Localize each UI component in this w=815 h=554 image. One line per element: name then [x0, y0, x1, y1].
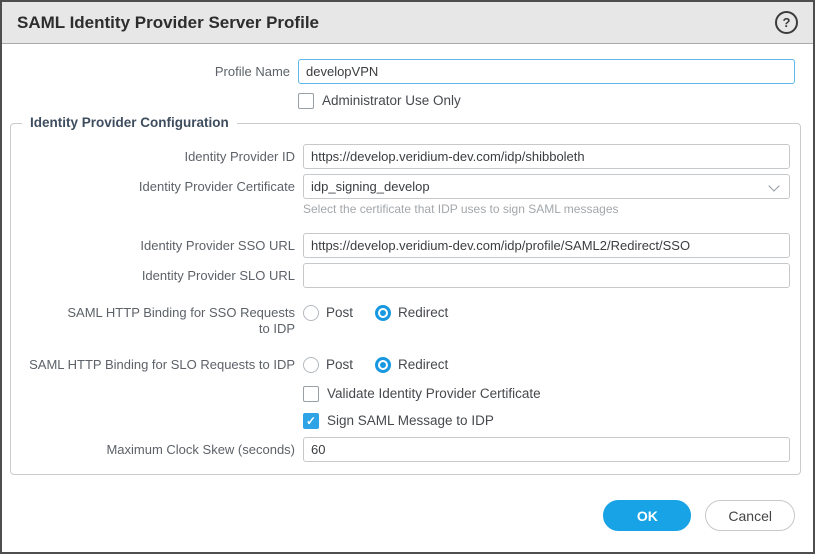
profile-name-input[interactable]	[298, 59, 795, 84]
checkbox-icon[interactable]	[303, 386, 319, 402]
sign-saml-message-label: Sign SAML Message to IDP	[327, 413, 494, 429]
group-title: Identity Provider Configuration	[22, 115, 237, 130]
chevron-down-icon	[768, 180, 779, 191]
help-icon[interactable]: ?	[775, 11, 798, 34]
ok-button[interactable]: OK	[603, 500, 691, 531]
sso-binding-label: SAML HTTP Binding for SSO Requests to ID…	[11, 305, 303, 337]
idp-certificate-help-text: Select the certificate that IDP uses to …	[303, 202, 619, 216]
idp-id-label: Identity Provider ID	[11, 149, 303, 165]
sign-saml-message-checkbox[interactable]: ✓ Sign SAML Message to IDP	[303, 413, 494, 429]
dialog-title: SAML Identity Provider Server Profile	[17, 13, 319, 33]
idp-certificate-label: Identity Provider Certificate	[11, 179, 303, 195]
sso-binding-row: SAML HTTP Binding for SSO Requests to ID…	[11, 305, 790, 337]
profile-name-row: Profile Name	[2, 59, 813, 84]
clock-skew-input[interactable]	[303, 437, 790, 462]
sso-binding-redirect-radio[interactable]: Redirect	[375, 305, 448, 321]
saml-idp-server-profile-dialog: SAML Identity Provider Server Profile ? …	[0, 0, 815, 554]
slo-url-row: Identity Provider SLO URL	[11, 263, 790, 288]
idp-certificate-value: idp_signing_develop	[311, 179, 430, 194]
sso-url-input[interactable]	[303, 233, 790, 258]
idp-certificate-row: Identity Provider Certificate idp_signin…	[11, 174, 790, 199]
sso-url-label: Identity Provider SSO URL	[11, 238, 303, 254]
sign-saml-row: ✓ Sign SAML Message to IDP	[11, 413, 790, 429]
slo-url-input[interactable]	[303, 263, 790, 288]
idp-id-row: Identity Provider ID	[11, 144, 790, 169]
administrator-use-only-checkbox[interactable]: Administrator Use Only	[298, 93, 461, 109]
checkbox-icon[interactable]	[298, 93, 314, 109]
administrator-use-only-label: Administrator Use Only	[322, 93, 461, 109]
slo-binding-row: SAML HTTP Binding for SLO Requests to ID…	[11, 357, 790, 373]
admin-use-only-row: Administrator Use Only	[2, 93, 813, 109]
sso-binding-post-radio[interactable]: Post	[303, 305, 353, 321]
slo-binding-label: SAML HTTP Binding for SLO Requests to ID…	[11, 357, 303, 373]
dialog-titlebar: SAML Identity Provider Server Profile ?	[2, 2, 813, 44]
radio-icon[interactable]	[303, 305, 319, 321]
slo-binding-post-radio[interactable]: Post	[303, 357, 353, 373]
cancel-button[interactable]: Cancel	[705, 500, 795, 531]
clock-skew-row: Maximum Clock Skew (seconds)	[11, 437, 790, 462]
idp-certificate-select[interactable]: idp_signing_develop	[303, 174, 790, 199]
identity-provider-configuration-group: Identity Provider Configuration Identity…	[10, 123, 801, 475]
radio-selected-icon[interactable]	[375, 305, 391, 321]
validate-idp-certificate-checkbox[interactable]: Validate Identity Provider Certificate	[303, 386, 541, 402]
checkbox-checked-icon[interactable]: ✓	[303, 413, 319, 429]
radio-icon[interactable]	[303, 357, 319, 373]
sso-url-row: Identity Provider SSO URL	[11, 233, 790, 258]
validate-idp-certificate-label: Validate Identity Provider Certificate	[327, 386, 541, 402]
validate-cert-row: Validate Identity Provider Certificate	[11, 386, 790, 402]
dialog-body: Profile Name Administrator Use Only Iden…	[2, 44, 813, 552]
slo-url-label: Identity Provider SLO URL	[11, 268, 303, 284]
profile-name-label: Profile Name	[2, 64, 298, 80]
checkmark-icon: ✓	[306, 415, 316, 427]
idp-certificate-help-row: Select the certificate that IDP uses to …	[11, 202, 790, 216]
dialog-footer: OK Cancel	[2, 500, 813, 552]
slo-binding-redirect-radio[interactable]: Redirect	[375, 357, 448, 373]
radio-selected-icon[interactable]	[375, 357, 391, 373]
idp-id-input[interactable]	[303, 144, 790, 169]
clock-skew-label: Maximum Clock Skew (seconds)	[11, 442, 303, 458]
